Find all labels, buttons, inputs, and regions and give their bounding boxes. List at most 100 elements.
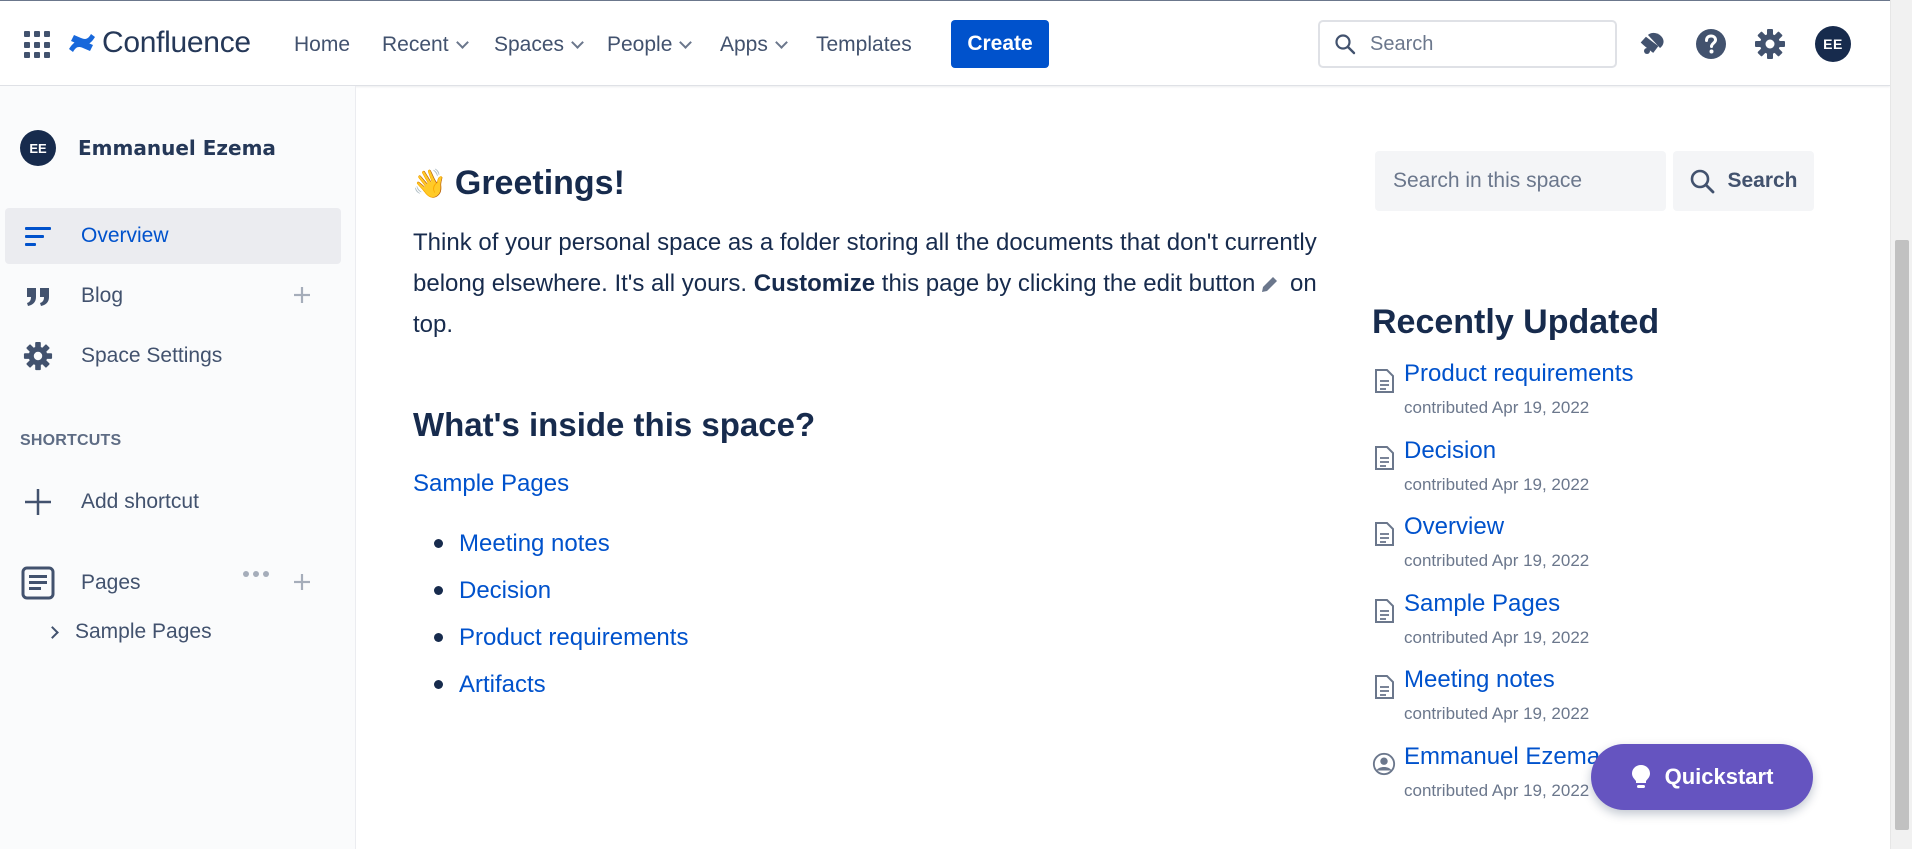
intro-bold-text: Customize bbox=[753, 270, 876, 297]
waving-hand-icon: 👋 bbox=[412, 168, 447, 199]
page-link[interactable]: Artifacts bbox=[459, 671, 546, 699]
top-navigation: Confluence Home Recent Spaces People App… bbox=[0, 0, 1890, 86]
space-owner-name: Emmanuel Ezema bbox=[78, 136, 276, 160]
sample-pages-link[interactable]: Sample Pages bbox=[413, 470, 569, 498]
page-icon bbox=[1375, 445, 1394, 470]
chevron-down-icon bbox=[679, 36, 693, 49]
list-item: Artifacts bbox=[426, 661, 688, 708]
space-owner[interactable]: EE Emmanuel Ezema bbox=[20, 130, 276, 166]
page-icon bbox=[1375, 522, 1394, 546]
greeting-heading: 👋 Greetings! bbox=[412, 164, 625, 203]
add-page-icon[interactable] bbox=[289, 569, 315, 595]
page-icon bbox=[1375, 598, 1394, 623]
page-link[interactable]: Decision bbox=[459, 577, 551, 605]
pencil-icon bbox=[1262, 276, 1278, 292]
shortcuts-heading: SHORTCUTS bbox=[20, 432, 122, 449]
add-blog-post-icon[interactable] bbox=[289, 282, 315, 308]
list-item: Decision bbox=[426, 567, 688, 614]
page-tree-item-sample-pages[interactable]: Sample Pages bbox=[46, 620, 212, 644]
nav-recent[interactable]: Recent bbox=[382, 29, 471, 61]
bullet-icon bbox=[434, 539, 443, 548]
help-button[interactable] bbox=[1692, 25, 1730, 63]
quote-icon bbox=[21, 279, 55, 313]
recent-page-meta: contributed Apr 19, 2022 bbox=[1404, 474, 1590, 494]
chevron-right-icon[interactable] bbox=[46, 625, 59, 639]
gear-icon bbox=[21, 339, 55, 373]
sidebar-item-pages[interactable]: Pages bbox=[5, 555, 341, 611]
settings-button[interactable] bbox=[1751, 25, 1789, 63]
sidebar-item-overview[interactable]: Overview bbox=[5, 208, 341, 264]
recently-updated-heading: Recently Updated bbox=[1372, 303, 1660, 341]
search-icon bbox=[1335, 34, 1356, 55]
recent-page-link[interactable]: Emmanuel Ezema bbox=[1404, 743, 1600, 771]
page-tree-label: Sample Pages bbox=[75, 620, 212, 643]
page-icon bbox=[1375, 369, 1394, 393]
list-item: Product requirements bbox=[426, 614, 688, 661]
pages-icon bbox=[21, 566, 55, 600]
chevron-down-icon bbox=[455, 36, 469, 49]
nav-recent-label: Recent bbox=[382, 33, 449, 56]
pages-label: Pages bbox=[81, 571, 141, 594]
nav-apps-label: Apps bbox=[720, 33, 768, 56]
notifications-button[interactable] bbox=[1633, 25, 1671, 63]
recent-page-link[interactable]: Product requirements bbox=[1404, 360, 1633, 388]
recent-page-link[interactable]: Decision bbox=[1404, 437, 1496, 465]
sidebar-item-space-settings[interactable]: Space Settings bbox=[5, 328, 341, 384]
page-icon bbox=[1375, 675, 1394, 699]
bullet-icon bbox=[434, 633, 443, 642]
app-switcher-icon[interactable] bbox=[24, 31, 52, 59]
recent-page-meta: contributed Apr 19, 2022 bbox=[1404, 780, 1590, 800]
space-avatar: EE bbox=[20, 130, 56, 166]
quickstart-label: Quickstart bbox=[1664, 764, 1774, 789]
main-content: 👋 Greetings! Think of your personal spac… bbox=[356, 86, 1890, 849]
sidebar-item-blog[interactable]: Blog bbox=[5, 268, 341, 324]
add-shortcut-button[interactable]: Add shortcut bbox=[5, 474, 341, 530]
quickstart-button[interactable]: Quickstart bbox=[1591, 744, 1813, 810]
recent-page-link[interactable]: Meeting notes bbox=[1404, 666, 1555, 694]
page-link[interactable]: Meeting notes bbox=[459, 530, 610, 558]
chevron-down-icon bbox=[571, 36, 584, 49]
more-options-icon[interactable] bbox=[243, 571, 269, 577]
bullet-icon bbox=[434, 586, 443, 595]
lightbulb-icon bbox=[1631, 765, 1650, 788]
space-search-placeholder: Search in this space bbox=[1393, 169, 1583, 192]
space-search-button[interactable]: Search bbox=[1673, 151, 1814, 211]
nav-apps[interactable]: Apps bbox=[720, 29, 790, 61]
page-link[interactable]: Product requirements bbox=[459, 624, 688, 652]
recent-page-link[interactable]: Overview bbox=[1404, 513, 1504, 541]
nav-people[interactable]: People bbox=[607, 29, 694, 61]
search-placeholder: Search bbox=[1370, 32, 1434, 55]
sidebar-item-label: Space Settings bbox=[81, 344, 223, 367]
add-shortcut-label: Add shortcut bbox=[81, 490, 199, 513]
nav-templates-label: Templates bbox=[816, 33, 912, 56]
recent-page-meta: contributed Apr 19, 2022 bbox=[1404, 398, 1590, 417]
recent-page-meta: contributed Apr 19, 2022 bbox=[1404, 627, 1590, 647]
user-avatar[interactable]: EE bbox=[1815, 26, 1851, 62]
sidebar-item-label: Blog bbox=[81, 284, 124, 307]
nav-templates[interactable]: Templates bbox=[816, 29, 912, 61]
list-item: Meeting notes bbox=[426, 520, 688, 567]
recent-page-link[interactable]: Sample Pages bbox=[1404, 590, 1560, 618]
nav-people-label: People bbox=[607, 33, 673, 56]
recent-page-meta: contributed Apr 19, 2022 bbox=[1404, 704, 1590, 723]
help-icon bbox=[1696, 29, 1726, 59]
app-name: Confluence bbox=[102, 26, 251, 59]
plus-icon bbox=[21, 485, 55, 519]
page-scrollbar[interactable] bbox=[1890, 0, 1912, 849]
confluence-logo-icon bbox=[69, 34, 95, 52]
scrollbar-thumb[interactable] bbox=[1895, 240, 1909, 830]
sample-pages-list: Meeting notes Decision Product requireme… bbox=[426, 520, 688, 708]
chevron-down-icon bbox=[775, 36, 788, 49]
confluence-logo[interactable]: Confluence bbox=[68, 23, 251, 63]
nav-spaces[interactable]: Spaces bbox=[494, 29, 586, 61]
nav-home[interactable]: Home bbox=[294, 29, 350, 61]
search-icon bbox=[1691, 169, 1715, 194]
space-search-input[interactable]: Search in this space bbox=[1375, 151, 1666, 211]
space-search-button-label: Search bbox=[1727, 169, 1798, 192]
profile-icon bbox=[1372, 752, 1396, 775]
nav-spaces-label: Spaces bbox=[494, 33, 565, 56]
create-button[interactable]: Create bbox=[951, 20, 1049, 68]
global-search-input[interactable]: Search bbox=[1318, 20, 1617, 68]
notifications-icon bbox=[1640, 32, 1664, 54]
nav-home-label: Home bbox=[294, 33, 351, 56]
